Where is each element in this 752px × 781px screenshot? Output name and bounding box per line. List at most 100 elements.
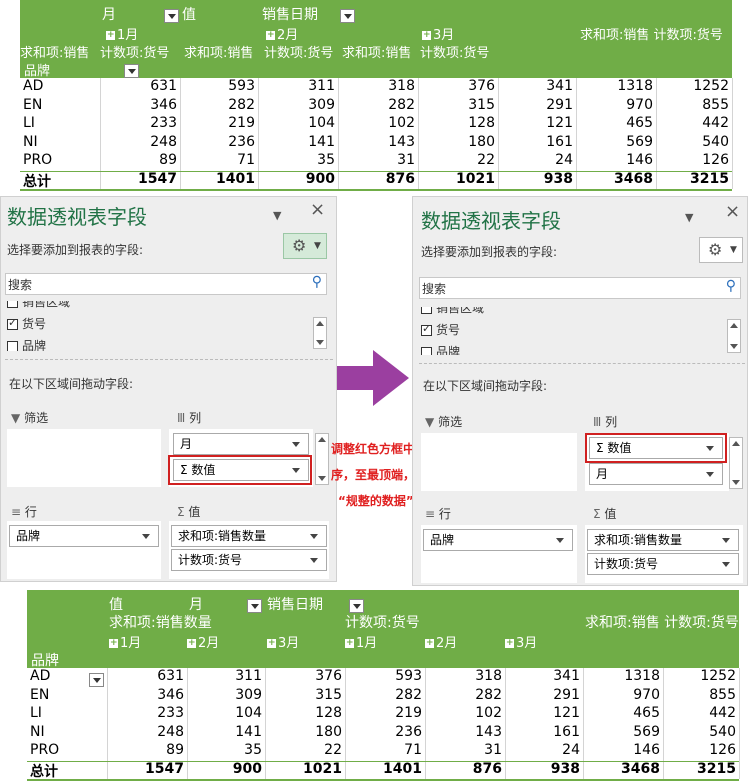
tools-button[interactable]: ⚙ ▼ — [699, 237, 743, 263]
bottom-border — [20, 189, 732, 191]
field-list: 销售区域 货号 品牌 — [419, 307, 725, 355]
table-cell: 89 — [166, 742, 184, 758]
close-icon[interactable]: × — [310, 199, 325, 220]
columns-area-label: Ⅲ 列 — [177, 411, 202, 425]
brand-row-label: NI — [23, 133, 38, 150]
month-2-header[interactable]: +2月 — [266, 24, 298, 43]
table-cell: 3468 — [621, 760, 660, 777]
pivot-field-panel-left: 数据透视表字段 ▼ × 选择要添加到报表的字段: ⚙ ▼ 搜索 ⚲ 销售区域 货… — [0, 196, 337, 582]
checkbox[interactable] — [7, 301, 18, 308]
value-item-count[interactable]: 计数项:货号 — [587, 553, 739, 575]
panel-options-chevron-icon[interactable]: ▼ — [273, 209, 281, 222]
expand-icon[interactable]: + — [425, 639, 434, 648]
sigma-icon: Σ — [177, 505, 185, 519]
brand-row-label: EN — [23, 96, 43, 113]
month-column-header[interactable]: +2月 — [425, 632, 457, 651]
table-cell: 248 — [150, 133, 177, 150]
column-item-month[interactable]: 月 — [173, 433, 309, 455]
date-filter-dropdown[interactable] — [349, 598, 365, 613]
expand-icon[interactable]: + — [106, 31, 115, 40]
value-item-sum[interactable]: 求和项:销售数量 — [171, 525, 327, 547]
sub-count-2: 计数项:货号 — [264, 46, 334, 61]
field-item[interactable]: 货号 — [421, 321, 460, 338]
month-filter-dropdown[interactable] — [164, 8, 179, 23]
field-item[interactable]: 品牌 — [7, 337, 46, 351]
month-1-header[interactable]: +1月 — [106, 24, 138, 43]
table-cell: 104 — [308, 115, 335, 131]
rows-area-label: ≡ 行 — [11, 505, 37, 519]
columns-icon: Ⅲ — [177, 411, 186, 425]
date-filter-dropdown[interactable] — [340, 8, 356, 23]
table-cell: 146 — [626, 152, 653, 168]
expand-icon[interactable]: + — [267, 639, 276, 648]
close-icon[interactable]: × — [725, 201, 740, 222]
filter-area[interactable] — [421, 433, 577, 491]
field-item[interactable]: 销售区域 — [7, 301, 70, 310]
table-cell: 143 — [475, 723, 502, 740]
expand-icon[interactable]: + — [345, 639, 354, 648]
table-cell: 143 — [388, 133, 415, 150]
month-filter-dropdown[interactable] — [247, 598, 262, 613]
table-cell: 311 — [235, 668, 262, 684]
expand-icon[interactable]: + — [266, 31, 275, 40]
total-divider — [20, 170, 732, 172]
table-cell: 376 — [468, 78, 495, 94]
sub-count-3: 计数项:货号 — [420, 46, 490, 61]
row-item-brand[interactable]: 品牌 — [423, 529, 573, 551]
row-item-brand[interactable]: 品牌 — [9, 525, 159, 547]
checkbox[interactable] — [421, 347, 432, 355]
table-cell: 161 — [553, 723, 580, 740]
grid-line — [732, 78, 733, 189]
expand-icon[interactable]: + — [422, 31, 431, 40]
checkbox[interactable] — [7, 316, 18, 330]
field-list-scrollbar[interactable] — [727, 319, 741, 353]
search-input[interactable]: 搜索 ⚲ — [5, 273, 327, 295]
month-column-header[interactable]: +3月 — [505, 632, 537, 651]
columns-scrollbar[interactable] — [315, 433, 329, 485]
chevron-down-icon: ▼ — [730, 245, 737, 255]
table-cell: 938 — [550, 760, 580, 777]
brand-filter-dropdown[interactable] — [124, 63, 140, 78]
columns-icon: Ⅲ — [593, 415, 602, 429]
month-3-header[interactable]: +3月 — [422, 24, 454, 43]
filter-area[interactable] — [7, 429, 161, 487]
table-cell: 318 — [475, 668, 502, 684]
field-item[interactable]: 品牌 — [421, 343, 460, 355]
pivot-table-top: 月 值 销售日期 +1月 +2月 +3月 求和项:销售 计数项:货号 求和项:销… — [20, 0, 733, 191]
table-cell: 35 — [244, 742, 262, 758]
table-cell: 24 — [562, 742, 580, 758]
grid-line — [338, 78, 339, 189]
tools-button[interactable]: ⚙ ▼ — [283, 233, 327, 259]
month-column-header[interactable]: +1月 — [109, 632, 141, 651]
columns-scrollbar[interactable] — [729, 437, 743, 489]
brand-row-header: 品牌 — [31, 653, 59, 669]
checkbox[interactable] — [421, 307, 432, 314]
gear-icon: ⚙ — [292, 236, 307, 255]
search-input[interactable]: 搜索 ⚲ — [419, 277, 741, 299]
checkbox[interactable] — [421, 322, 432, 336]
table-cell: 315 — [468, 96, 495, 113]
panel-options-chevron-icon[interactable]: ▼ — [685, 211, 693, 224]
field-list-scrollbar[interactable] — [313, 317, 327, 349]
field-item[interactable]: 货号 — [7, 315, 46, 332]
month-column-header[interactable]: +3月 — [267, 632, 299, 651]
sigma-icon: Σ — [593, 507, 601, 521]
brand-row-header: 品牌 — [24, 64, 51, 79]
values-area-label: Σ 值 — [593, 507, 617, 521]
month-column-header[interactable]: +1月 — [345, 632, 377, 651]
brand-row-label: EN — [30, 686, 50, 703]
table-cell: 593 — [395, 668, 422, 684]
column-item-month[interactable]: 月 — [589, 463, 723, 485]
value-item-sum[interactable]: 求和项:销售数量 — [587, 529, 739, 551]
month-column-header[interactable]: +2月 — [187, 632, 219, 651]
expand-icon[interactable]: + — [187, 639, 196, 648]
value-item-count[interactable]: 计数项:货号 — [171, 549, 327, 571]
table-cell: 876 — [385, 170, 415, 187]
expand-icon[interactable]: + — [109, 639, 118, 648]
checkbox[interactable] — [7, 341, 18, 351]
field-item[interactable]: 销售区域 — [421, 307, 484, 316]
table-cell: 341 — [546, 78, 573, 94]
expand-icon[interactable]: + — [505, 639, 514, 648]
grid-line — [265, 668, 266, 779]
brand-filter-dropdown[interactable] — [89, 672, 104, 687]
